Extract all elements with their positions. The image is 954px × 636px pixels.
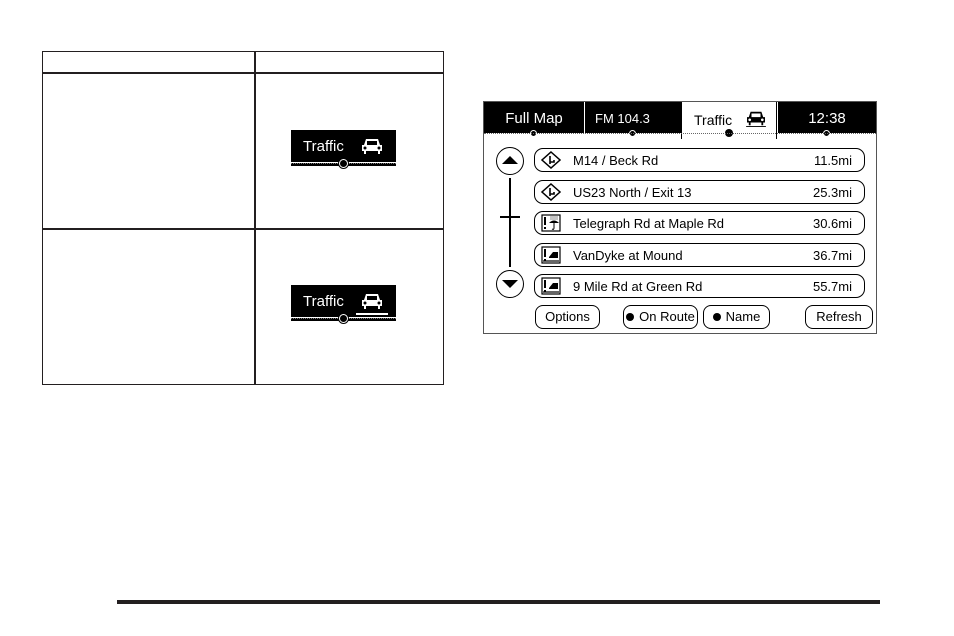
incident-distance: 36.7mi (812, 248, 852, 263)
incident-name: 9 Mile Rd at Green Rd (573, 279, 703, 294)
header-cell-description (43, 52, 254, 72)
accident-icon (541, 277, 561, 295)
car-icon (362, 139, 382, 154)
traffic-tab-label: Traffic (303, 138, 344, 155)
incident-row[interactable]: Telegraph Rd at Maple Rd 30.6mi (534, 211, 865, 235)
incident-distance: 30.6mi (812, 216, 852, 231)
column-divider (254, 52, 256, 384)
arrow-down-icon (502, 280, 518, 288)
incident-distance: 55.7mi (812, 279, 852, 294)
sort-name-button[interactable]: Name (703, 305, 770, 329)
car-icon (362, 294, 382, 309)
tab-label: FM 104.3 (595, 111, 650, 126)
scrollbar-thumb[interactable] (500, 216, 520, 218)
incident-distance: 25.3mi (812, 185, 852, 200)
scroll-down-button[interactable] (496, 270, 524, 298)
traffic-screen: Full Map FM 104.3 Traffic 12:38 M14 / Be… (483, 101, 877, 334)
footer-rule (117, 600, 880, 604)
name-label: Name (725, 309, 761, 324)
incident-distance: 11.5mi (813, 153, 852, 168)
sort-on-route-button[interactable]: On Route (623, 305, 698, 329)
radio-dot-icon (626, 313, 635, 321)
traffic-tab-icon-normal: Traffic (291, 130, 396, 168)
incident-name: VanDyke at Mound (573, 248, 683, 263)
road-sign-icon (541, 151, 561, 169)
scrollbar-track[interactable] (509, 178, 511, 267)
options-label: Options (545, 309, 590, 324)
tab-full-map[interactable]: Full Map (484, 102, 584, 137)
tab-indicator-dot (339, 159, 348, 168)
tab-label: Traffic (694, 112, 733, 128)
refresh-button[interactable]: Refresh (805, 305, 873, 329)
arrow-up-icon (502, 156, 518, 164)
radio-dot-icon (712, 313, 721, 321)
incident-row[interactable]: M14 / Beck Rd 11.5mi (534, 148, 865, 172)
tab-clock[interactable]: 12:38 (778, 102, 876, 137)
tab-baseline (484, 133, 876, 134)
clock-time: 12:38 (808, 110, 846, 127)
incident-row[interactable]: 9 Mile Rd at Green Rd 55.7mi (534, 274, 865, 298)
tab-indicator-dot (339, 314, 348, 323)
traffic-tab-icon-alert: Traffic (291, 285, 396, 323)
incident-name: Telegraph Rd at Maple Rd (573, 216, 725, 231)
options-button[interactable]: Options (535, 305, 600, 329)
incident-row[interactable]: VanDyke at Mound 36.7mi (534, 243, 865, 267)
scroll-up-button[interactable] (496, 147, 524, 175)
incident-row[interactable]: US23 North / Exit 13 25.3mi (534, 180, 865, 204)
alert-underline (356, 313, 388, 315)
tab-fm-radio[interactable]: FM 104.3 (585, 102, 681, 137)
header-divider (43, 72, 443, 74)
incident-name: US23 North / Exit 13 (573, 185, 692, 200)
tab-label: Full Map (505, 110, 563, 127)
header-cell-icon (256, 52, 442, 72)
accident-icon (541, 246, 561, 264)
incident-name: M14 / Beck Rd (573, 153, 659, 168)
feature-table: Traffic Traffic (42, 51, 444, 385)
road-sign-icon (541, 183, 561, 201)
weather-warning-icon (541, 214, 561, 232)
traffic-tab-label: Traffic (303, 293, 344, 310)
car-icon (746, 111, 766, 127)
on-route-label: On Route (639, 309, 695, 324)
tab-bar: Full Map FM 104.3 Traffic 12:38 (484, 102, 876, 139)
row-divider (43, 228, 443, 230)
refresh-label: Refresh (816, 309, 862, 324)
